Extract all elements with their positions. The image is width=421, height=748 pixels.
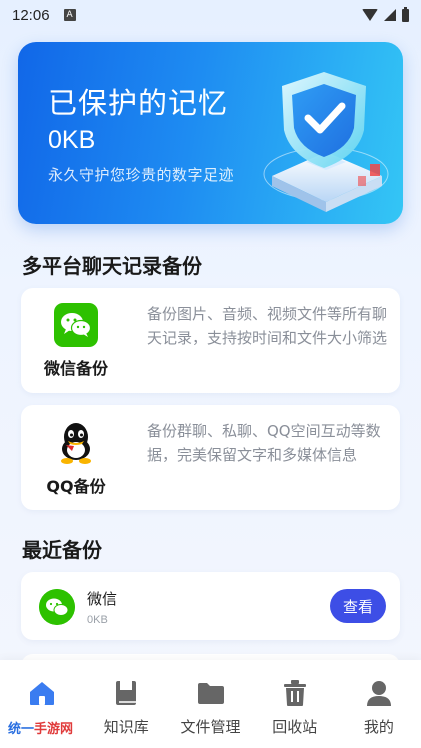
wechat-backup-card[interactable]: 微信备份 备份图片、音频、视频文件等所有聊天记录，支持按时间和文件大小筛选 [21,288,400,393]
signal-icon [384,9,396,21]
nav-label-files: 文件管理 [180,718,241,736]
recent-backup-name: 微信 [87,590,118,608]
nav-item-trash[interactable]: 回收站 [253,660,337,748]
status-icons [362,6,409,22]
watermark-right: 手游网 [34,722,74,737]
hero-title: 已保护的记忆 [48,86,229,120]
shield-icon [263,72,389,212]
status-bar: 12:06 A [0,0,421,30]
nav-item-knowledge[interactable]: 知识库 [84,660,168,748]
wifi-icon [362,9,378,21]
nav-label-profile: 我的 [363,718,394,736]
qq-icon-box: QQ备份 [21,405,131,510]
wechat-icon [39,589,75,625]
folder-icon [197,683,224,704]
nav-item-files[interactable]: 文件管理 [168,660,252,748]
wechat-backup-description: 备份图片、音频、视频文件等所有聊天记录，支持按时间和文件大小筛选 [147,305,388,347]
hero-subtitle: 永久守护您珍贵的数字足迹 [48,166,235,184]
nav-item-profile[interactable]: 我的 [337,660,421,748]
battery-icon [402,6,409,22]
book-icon [116,681,137,705]
qq-backup-label: QQ备份 [46,476,106,496]
qq-backup-description: 备份群聊、私聊、QQ空间互动等数据，完美保留文字和多媒体信息 [147,422,381,464]
wechat-backup-label: 微信备份 [43,358,108,378]
trash-icon [283,680,306,706]
hero-size: 0KB [48,126,96,154]
watermark: 统一手游网 [6,718,76,737]
wechat-icon-box: 微信备份 [21,288,131,393]
recent-section-title: 最近备份 [22,538,102,562]
recent-backup-size: 0KB [87,614,108,626]
status-time: 12:06 [12,6,50,24]
nav-label-trash: 回收站 [272,718,318,736]
wechat-icon [54,302,98,347]
qq-backup-card[interactable]: QQ备份 备份群聊、私聊、QQ空间互动等数据，完美保留文字和多媒体信息 [21,405,400,510]
qq-icon [61,422,91,464]
recent-backup-item[interactable]: 微信 0KB 查看 [21,572,400,640]
notification-icon: A [63,9,76,21]
nav-label-knowledge: 知识库 [103,718,149,736]
home-icon [30,682,55,705]
multi-platform-section-title: 多平台聊天记录备份 [22,254,202,278]
user-icon [366,681,391,706]
protected-memory-card[interactable]: 已保护的记忆 0KB 永久守护您珍贵的数字足迹 [18,42,403,224]
view-button[interactable]: 查看 [330,589,386,623]
watermark-left: 统一 [8,722,35,737]
